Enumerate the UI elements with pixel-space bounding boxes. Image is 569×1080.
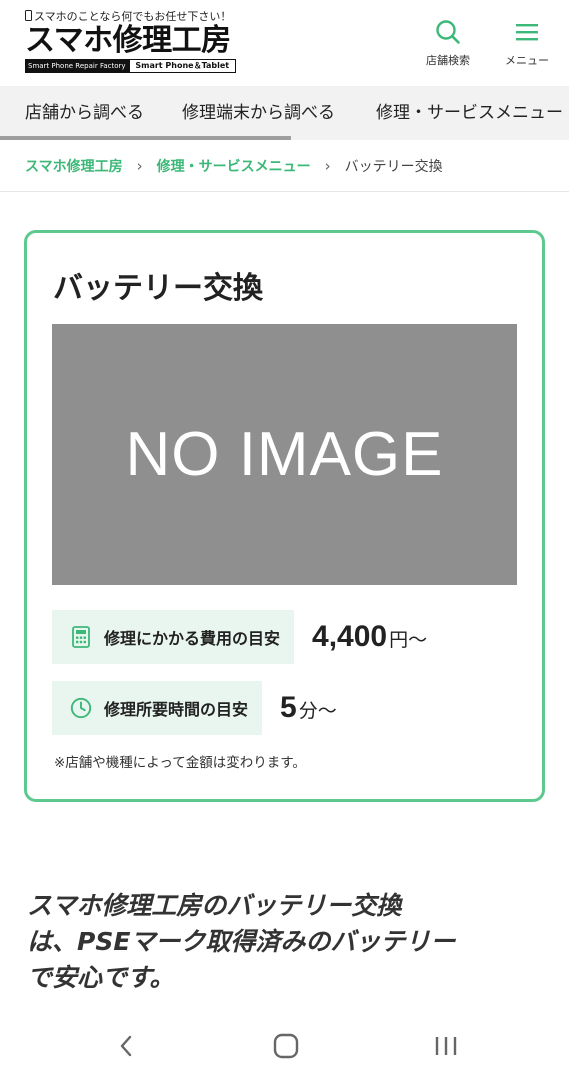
system-navigation-bar — [0, 1012, 569, 1080]
cost-label-box: 修理にかかる費用の目安 — [52, 610, 295, 664]
breadcrumb-parent-link[interactable]: 修理・サービスメニュー — [157, 156, 311, 176]
logo-name: スマホ修理工房 — [25, 23, 231, 58]
nav-tab-by-store[interactable]: 店舗から調べる — [25, 86, 144, 136]
lead-heading-line: で安心です。 — [27, 963, 175, 992]
back-icon[interactable] — [106, 1030, 146, 1062]
nav-tab-service-menu[interactable]: 修理・サービスメニュー — [376, 86, 563, 136]
chevron-right-icon: › — [324, 156, 331, 175]
cost-amount: 4,400 — [312, 620, 388, 653]
cost-value: 4,400 円〜 — [312, 620, 427, 654]
service-title: バッテリー交換 — [53, 271, 263, 306]
breadcrumb: スマホ修理工房 › 修理・サービスメニュー › バッテリー交換 — [0, 140, 569, 192]
category-nav: 店舗から調べる 修理端末から調べる 修理・サービスメニュー — [0, 86, 569, 140]
hamburger-menu-icon — [497, 18, 557, 46]
menu-label: メニュー — [505, 54, 549, 67]
breadcrumb-current: バッテリー交換 — [344, 158, 443, 175]
cost-label: 修理にかかる費用の目安 — [104, 629, 281, 648]
service-card: バッテリー交換 NO IMAGE 修理にかかる費用の目安 4,400 円〜 修理… — [24, 230, 545, 802]
time-amount: 5 — [280, 691, 297, 724]
menu-button[interactable]: メニュー — [497, 18, 557, 68]
lead-heading-line: は、PSEマーク取得済みのバッテリー — [27, 927, 456, 956]
time-value: 5 分〜 — [280, 691, 337, 725]
service-image-placeholder: NO IMAGE — [52, 324, 517, 585]
price-note: ※店舗や機種によって金額は変わります。 — [54, 755, 306, 771]
site-logo[interactable]: スマホのことなら何でもお任せ下さい！ スマホ修理工房 Smart Phone R… — [25, 10, 240, 73]
logo-tagline: スマホのことなら何でもお任せ下さい！ — [25, 10, 240, 24]
lead-heading-line: スマホ修理工房のバッテリー交換 — [27, 891, 402, 920]
site-header: スマホのことなら何でもお任せ下さい！ スマホ修理工房 Smart Phone R… — [0, 0, 569, 86]
lead-heading: スマホ修理工房のバッテリー交換 は、PSEマーク取得済みのバッテリー で安心です… — [27, 888, 552, 996]
store-search-button[interactable]: 店舗検索 — [418, 18, 478, 68]
time-label: 修理所要時間の目安 — [104, 700, 249, 719]
time-unit: 分〜 — [298, 700, 337, 722]
calculator-icon — [70, 626, 92, 648]
time-row: 修理所要時間の目安 5 分〜 — [52, 681, 337, 735]
cost-unit: 円〜 — [389, 629, 428, 651]
store-search-label: 店舗検索 — [426, 54, 470, 67]
time-label-box: 修理所要時間の目安 — [52, 681, 263, 735]
clock-icon — [70, 697, 92, 719]
breadcrumb-home-link[interactable]: スマホ修理工房 — [25, 156, 123, 176]
phone-icon — [25, 10, 32, 21]
chevron-right-icon: › — [136, 156, 143, 175]
logo-subtitle-right: Smart Phone＆Tablet — [128, 59, 236, 73]
home-icon[interactable] — [266, 1030, 306, 1062]
recents-icon[interactable] — [426, 1030, 466, 1062]
logo-subtitle-bar: Smart Phone Repair Factory Smart Phone＆T… — [25, 59, 236, 73]
search-icon — [418, 18, 478, 46]
cost-row: 修理にかかる費用の目安 4,400 円〜 — [52, 610, 427, 664]
logo-subtitle-left: Smart Phone Repair Factory — [25, 59, 129, 73]
nav-tab-by-device[interactable]: 修理端末から調べる — [182, 86, 335, 136]
